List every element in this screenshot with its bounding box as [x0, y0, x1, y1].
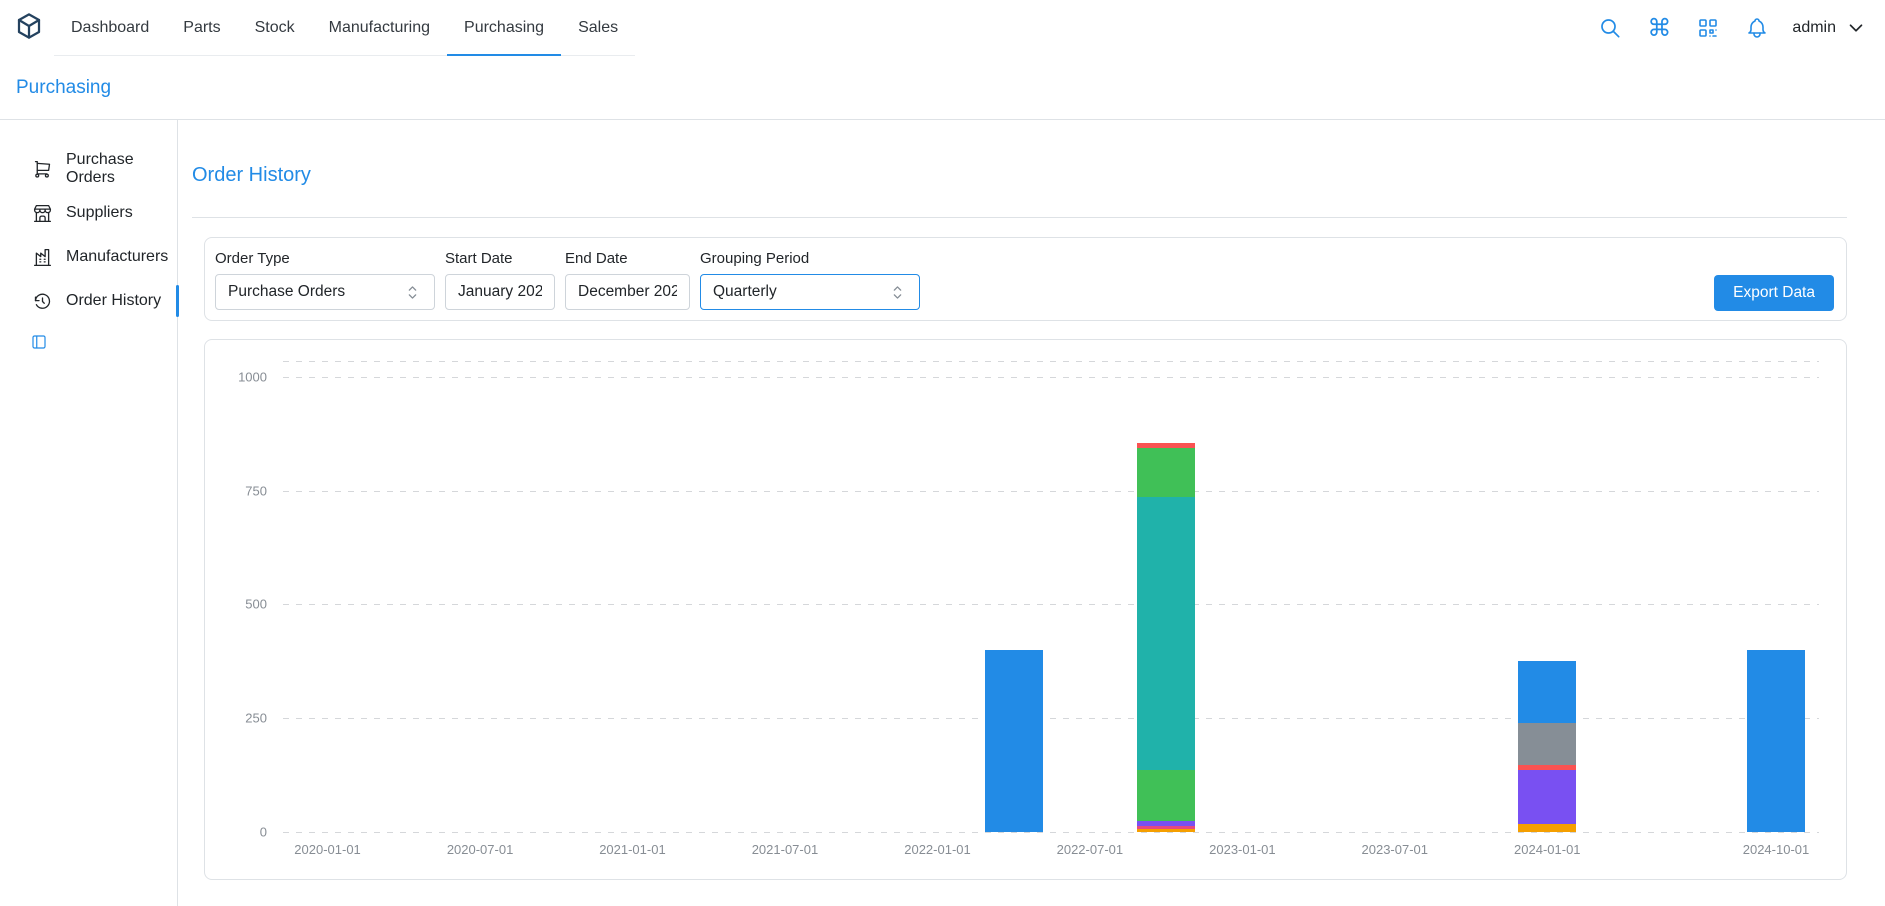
- sidebar-item-label: Order History: [66, 292, 161, 310]
- grouping-period-select[interactable]: Quarterly: [700, 274, 920, 310]
- sidebar-item-label: Manufacturers: [66, 248, 168, 266]
- top-navbar: Dashboard Parts Stock Manufacturing Purc…: [0, 0, 1885, 56]
- sidebar-item-manufacturers[interactable]: Manufacturers: [0, 235, 177, 279]
- content-area: Purchase Orders Suppliers Manufacturer: [0, 120, 1885, 906]
- chevron-down-icon: [1845, 17, 1867, 39]
- section-divider: [192, 217, 1847, 218]
- username: admin: [1792, 19, 1836, 37]
- sidebar-item-label: Purchase Orders: [66, 151, 177, 187]
- grouping-period-value: Quarterly: [713, 283, 777, 301]
- y-gridline-top: [283, 361, 1819, 362]
- navbar-actions: ⌘ admin: [1596, 0, 1867, 56]
- factory-icon: [32, 247, 53, 268]
- tab-stock[interactable]: Stock: [238, 0, 312, 55]
- bar-segment: [1518, 770, 1576, 824]
- tab-sales[interactable]: Sales: [561, 0, 635, 55]
- notifications-bell-icon[interactable]: [1743, 14, 1771, 42]
- command-palette-icon[interactable]: ⌘: [1645, 14, 1673, 42]
- purchasing-sidebar: Purchase Orders Suppliers Manufacturer: [0, 120, 178, 906]
- user-menu[interactable]: admin: [1792, 17, 1867, 39]
- inventree-box-logo-icon: [14, 11, 44, 46]
- history-clock-icon: [32, 291, 53, 312]
- chevron-selector-icon: [403, 283, 422, 302]
- grouping-period-field: Grouping Period Quarterly: [700, 250, 920, 310]
- x-axis-label: 2020-01-01: [294, 842, 361, 857]
- building-store-icon: [32, 203, 53, 224]
- x-axis-label: 2023-01-01: [1209, 842, 1276, 857]
- order-type-field: Order Type Purchase Orders: [215, 250, 435, 310]
- page-title: Order History: [192, 164, 1847, 187]
- main-nav-tabs: Dashboard Parts Stock Manufacturing Purc…: [54, 0, 635, 56]
- page-header-bar: Purchasing: [0, 56, 1885, 120]
- start-date-input[interactable]: [445, 274, 555, 310]
- x-axis-label: 2024-01-01: [1514, 842, 1581, 857]
- filter-toolbar: Order Type Purchase Orders Start Date En…: [204, 237, 1847, 321]
- chart-bar-2022-10-01: [1137, 443, 1195, 832]
- bar-segment: [1747, 650, 1805, 832]
- collapse-sidebar-icon[interactable]: [30, 333, 50, 353]
- end-date-label: End Date: [565, 250, 690, 267]
- bar-segment: [1137, 829, 1195, 832]
- bar-segment: [1518, 723, 1576, 765]
- x-axis-label: 2023-07-01: [1362, 842, 1429, 857]
- x-axis-label: 2024-10-01: [1743, 842, 1810, 857]
- y-gridline: [283, 604, 1819, 605]
- sidebar-item-suppliers[interactable]: Suppliers: [0, 191, 177, 235]
- y-gridline: [283, 491, 1819, 492]
- y-axis-label: 1000: [213, 369, 267, 384]
- end-date-field: End Date: [565, 250, 690, 310]
- order-history-chart-card: 0 250 500 750 1000 2020-01-01 2020-07-01 2021-0…: [204, 339, 1847, 880]
- y-axis-label: 750: [213, 483, 267, 498]
- x-axis-label: 2021-01-01: [599, 842, 666, 857]
- sidebar-item-purchase-orders[interactable]: Purchase Orders: [0, 147, 177, 191]
- start-date-field: Start Date: [445, 250, 555, 310]
- chart-plot: 025050075010002020-01-012020-07-012021-0…: [283, 361, 1819, 832]
- x-axis-label: 2022-07-01: [1057, 842, 1124, 857]
- order-type-label: Order Type: [215, 250, 435, 267]
- tab-parts[interactable]: Parts: [166, 0, 237, 55]
- order-type-select[interactable]: Purchase Orders: [215, 274, 435, 310]
- x-axis-label: 2020-07-01: [447, 842, 514, 857]
- x-axis-label: 2021-07-01: [752, 842, 819, 857]
- sidebar-item-label: Suppliers: [66, 204, 133, 222]
- chart-bar-2024-01-01: [1518, 661, 1576, 832]
- bar-segment: [1137, 497, 1195, 770]
- bar-segment: [1137, 448, 1195, 497]
- search-icon[interactable]: [1596, 14, 1624, 42]
- tab-dashboard[interactable]: Dashboard: [54, 0, 166, 55]
- tab-purchasing[interactable]: Purchasing: [447, 0, 561, 55]
- y-axis-label: 0: [213, 825, 267, 840]
- bar-segment: [1518, 661, 1576, 722]
- grouping-period-label: Grouping Period: [700, 250, 920, 267]
- y-axis-label: 250: [213, 711, 267, 726]
- y-gridline: [283, 718, 1819, 719]
- bar-segment: [985, 650, 1043, 832]
- end-date-input[interactable]: [565, 274, 690, 310]
- app-logo[interactable]: [14, 0, 44, 56]
- sidebar-item-order-history[interactable]: Order History: [0, 279, 177, 323]
- chevron-selector-icon: [888, 283, 907, 302]
- x-axis-label: 2022-01-01: [904, 842, 971, 857]
- export-data-button[interactable]: Export Data: [1714, 275, 1834, 311]
- bar-segment: [1518, 824, 1576, 832]
- tab-manufacturing[interactable]: Manufacturing: [312, 0, 447, 55]
- qr-code-scan-icon[interactable]: [1694, 14, 1722, 42]
- chart-bar-2022-04-01: [985, 650, 1043, 832]
- bar-segment: [1137, 770, 1195, 821]
- chart-bar-2024-10-01: [1747, 650, 1805, 832]
- order-history-panel: Order History Order Type Purchase Orders…: [178, 120, 1885, 906]
- breadcrumb-purchasing[interactable]: Purchasing: [16, 77, 111, 99]
- order-type-value: Purchase Orders: [228, 283, 345, 301]
- start-date-label: Start Date: [445, 250, 555, 267]
- y-gridline: [283, 832, 1819, 833]
- y-gridline: [283, 377, 1819, 378]
- y-axis-label: 500: [213, 597, 267, 612]
- shopping-cart-icon: [32, 159, 53, 180]
